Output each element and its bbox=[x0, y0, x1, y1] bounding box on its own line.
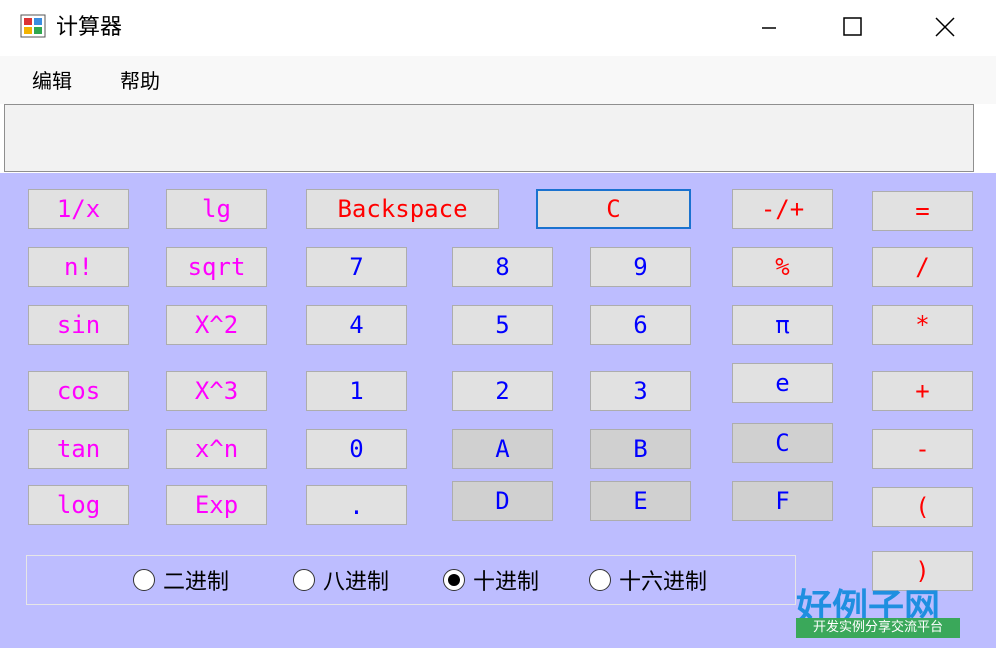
digit-7-button[interactable]: 7 bbox=[306, 247, 407, 287]
hex-d-button[interactable]: D bbox=[452, 481, 553, 521]
digit-6-button[interactable]: 6 bbox=[590, 305, 691, 345]
hex-a-button[interactable]: A bbox=[452, 429, 553, 469]
decimal-point-button[interactable]: . bbox=[306, 485, 407, 525]
digit-0-button[interactable]: 0 bbox=[306, 429, 407, 469]
radio-unchecked-icon bbox=[133, 569, 155, 591]
percent-button[interactable]: % bbox=[732, 247, 833, 287]
hex-e-button[interactable]: E bbox=[590, 481, 691, 521]
euler-button[interactable]: e bbox=[732, 363, 833, 403]
cube-button[interactable]: X^3 bbox=[166, 371, 267, 411]
watermark-slogan: 开发实例分享交流平台 bbox=[796, 618, 960, 638]
digit-8-button[interactable]: 8 bbox=[452, 247, 553, 287]
hex-c-button[interactable]: C bbox=[732, 423, 833, 463]
pi-button[interactable]: π bbox=[732, 305, 833, 345]
radio-hex[interactable]: 十六进制 bbox=[589, 566, 708, 595]
menu-bar: 编辑 帮助 bbox=[0, 56, 996, 104]
reciprocal-button[interactable]: 1/x bbox=[28, 189, 129, 229]
exp-button[interactable]: Exp bbox=[166, 485, 267, 525]
factorial-button[interactable]: n! bbox=[28, 247, 129, 287]
hex-b-button[interactable]: B bbox=[590, 429, 691, 469]
minimize-button[interactable] bbox=[722, 0, 814, 56]
calculator-app-icon bbox=[20, 14, 46, 38]
equals-button[interactable]: = bbox=[872, 191, 973, 231]
close-button[interactable] bbox=[898, 0, 990, 56]
power-button[interactable]: x^n bbox=[166, 429, 267, 469]
digit-3-button[interactable]: 3 bbox=[590, 371, 691, 411]
lg-button[interactable]: lg bbox=[166, 189, 267, 229]
tan-button[interactable]: tan bbox=[28, 429, 129, 469]
radio-checked-icon bbox=[443, 569, 465, 591]
hex-f-button[interactable]: F bbox=[732, 481, 833, 521]
divide-button[interactable]: / bbox=[872, 247, 973, 287]
digit-9-button[interactable]: 9 bbox=[590, 247, 691, 287]
radio-octal[interactable]: 八进制 bbox=[293, 566, 390, 595]
display-field[interactable] bbox=[4, 104, 974, 172]
clear-button[interactable]: C bbox=[536, 189, 691, 229]
square-button[interactable]: X^2 bbox=[166, 305, 267, 345]
radio-octal-label: 八进制 bbox=[323, 570, 390, 595]
multiply-button[interactable]: * bbox=[872, 305, 973, 345]
radio-hex-label: 十六进制 bbox=[619, 570, 708, 595]
minimize-icon bbox=[762, 27, 776, 29]
maximize-icon bbox=[843, 17, 862, 36]
add-button[interactable]: + bbox=[872, 371, 973, 411]
window-title: 计算器 bbox=[56, 15, 123, 40]
log-button[interactable]: log bbox=[28, 485, 129, 525]
maximize-button[interactable] bbox=[808, 0, 900, 56]
digit-5-button[interactable]: 5 bbox=[452, 305, 553, 345]
subtract-button[interactable]: - bbox=[872, 429, 973, 469]
open-paren-button[interactable]: ( bbox=[872, 487, 973, 527]
digit-2-button[interactable]: 2 bbox=[452, 371, 553, 411]
sin-button[interactable]: sin bbox=[28, 305, 129, 345]
radio-binary-label: 二进制 bbox=[163, 570, 230, 595]
site-watermark: 好例子网 开发实例分享交流平台 bbox=[796, 578, 960, 638]
radio-decimal-label: 十进制 bbox=[473, 570, 540, 595]
digit-4-button[interactable]: 4 bbox=[306, 305, 407, 345]
digit-1-button[interactable]: 1 bbox=[306, 371, 407, 411]
backspace-button[interactable]: Backspace bbox=[306, 189, 499, 229]
close-icon bbox=[935, 17, 955, 37]
radio-unchecked-icon bbox=[293, 569, 315, 591]
negate-button[interactable]: -/+ bbox=[732, 189, 833, 229]
cos-button[interactable]: cos bbox=[28, 371, 129, 411]
title-bar: 计算器 bbox=[0, 0, 996, 56]
number-base-group: 二进制 八进制 十进制 十六进制 bbox=[26, 555, 796, 605]
sqrt-button[interactable]: sqrt bbox=[166, 247, 267, 287]
radio-decimal[interactable]: 十进制 bbox=[443, 566, 540, 595]
radio-unchecked-icon bbox=[589, 569, 611, 591]
radio-binary[interactable]: 二进制 bbox=[133, 566, 230, 595]
menu-help[interactable]: 帮助 bbox=[120, 68, 160, 94]
menu-edit[interactable]: 编辑 bbox=[32, 68, 72, 94]
